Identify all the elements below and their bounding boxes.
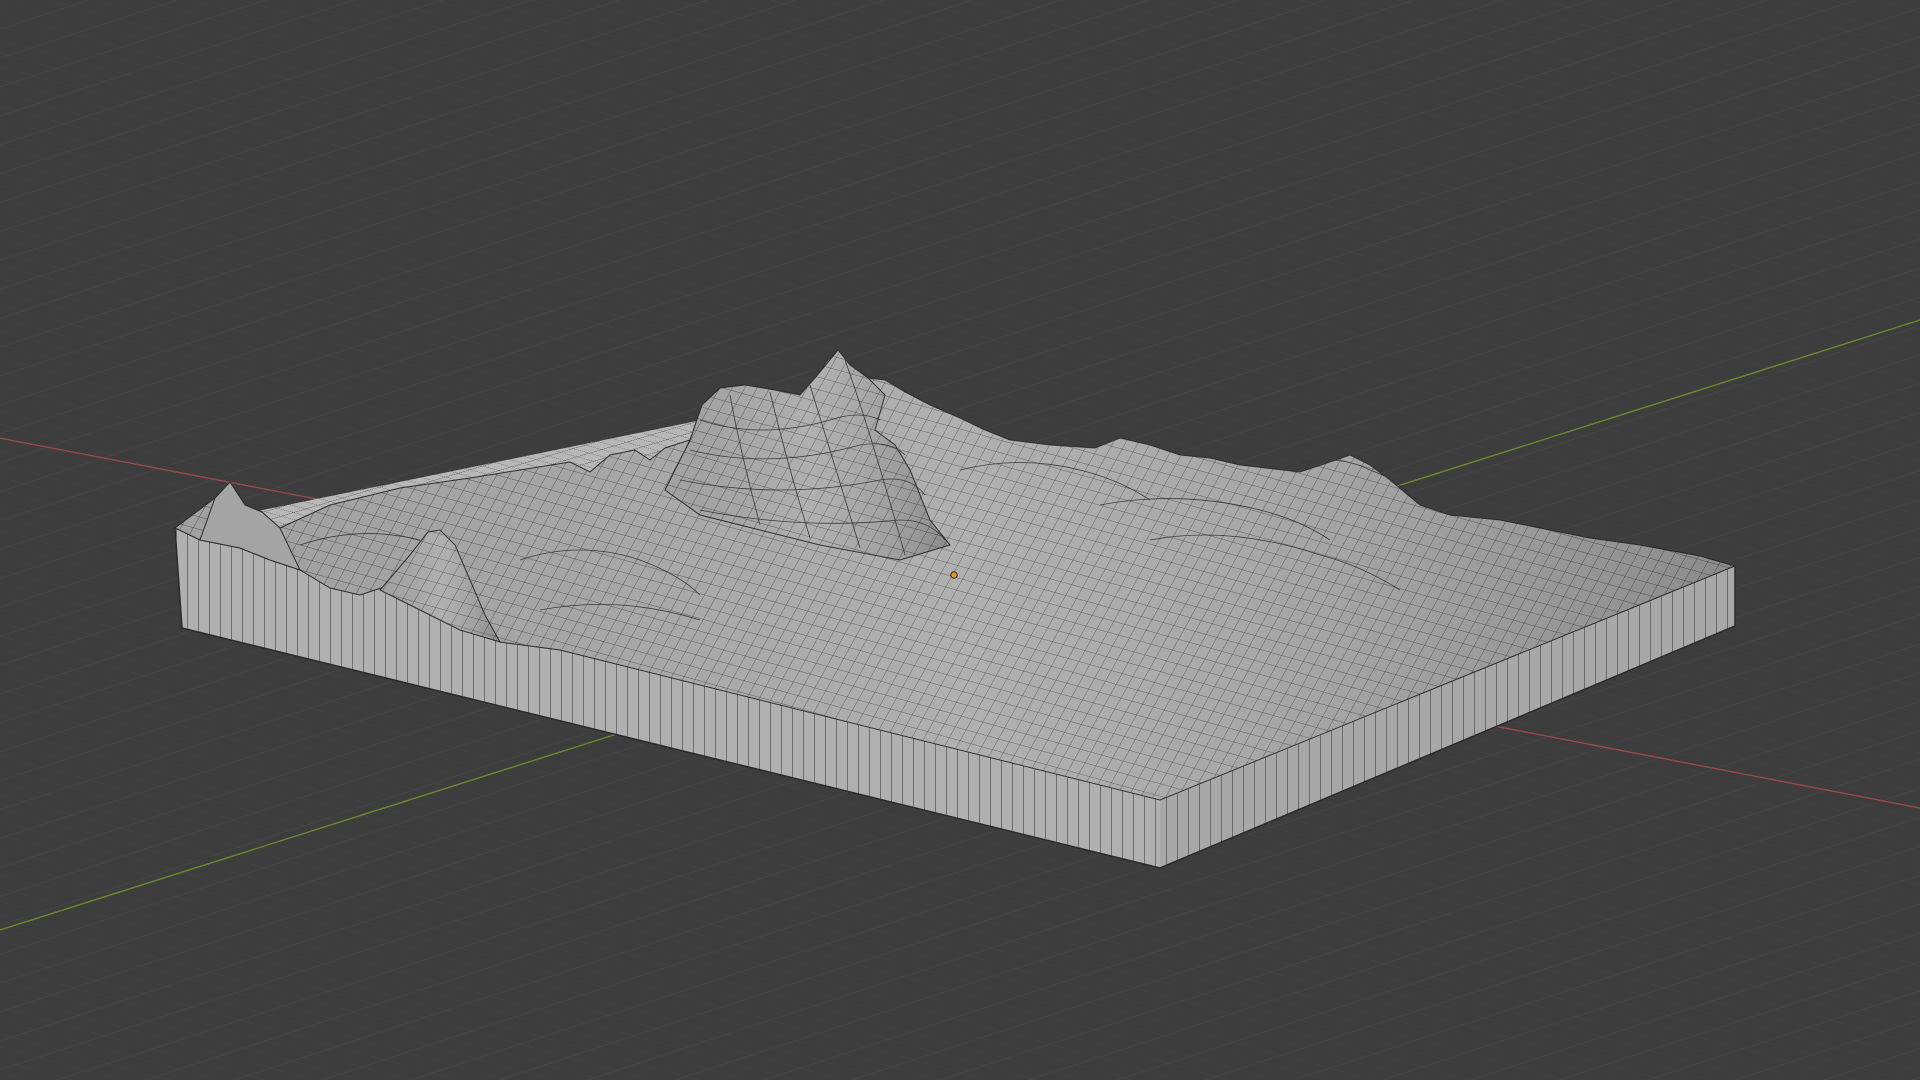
viewport-canvas[interactable] [0, 0, 1920, 1080]
3d-viewport[interactable] [0, 0, 1920, 1080]
origin-dot-icon[interactable] [950, 571, 958, 579]
